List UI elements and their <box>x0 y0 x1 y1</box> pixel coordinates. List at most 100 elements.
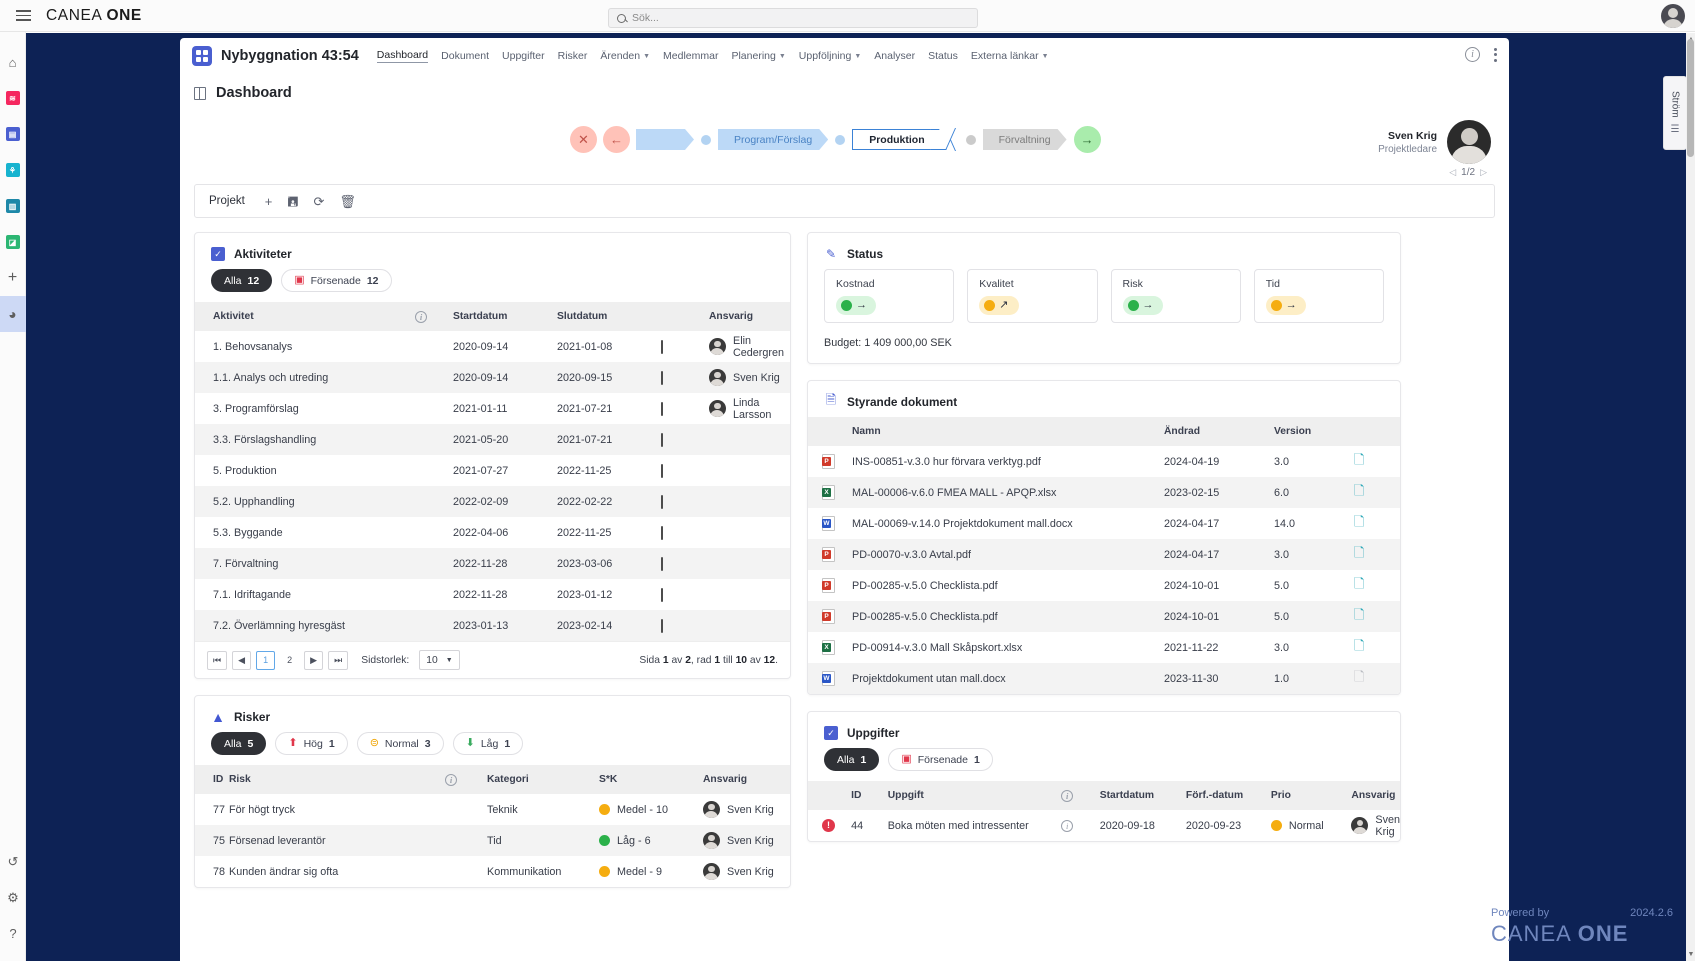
table-row[interactable]: 1.1. Analys och utreding 2020-09-14 2020-0… <box>195 362 790 393</box>
open-document-checked-icon[interactable]: 🗋 <box>1354 483 1364 498</box>
status-risk[interactable]: Risk → <box>1110 269 1241 323</box>
page-1-button[interactable]: 1 <box>256 650 276 670</box>
table-row[interactable]: 75 Försenad leverantör Tid Låg - 6 Sven Krig <box>195 825 790 856</box>
open-document-icon[interactable]: 🗋 <box>1354 514 1364 529</box>
nav-uppgifter[interactable]: Uppgifter <box>502 50 545 62</box>
info-icon[interactable]: i <box>1061 789 1074 802</box>
page-2-button[interactable]: 2 <box>280 650 300 670</box>
page-prev-button[interactable]: ◀ <box>232 650 252 670</box>
table-row[interactable]: ! 44 Boka möten med intressenter i 2020-… <box>808 810 1400 841</box>
filter-uppgift-alla[interactable]: Alla 1 <box>824 748 880 771</box>
col-slutdatum[interactable]: Slutdatum <box>557 302 661 331</box>
nav-uppfoljning[interactable]: Uppföljning ▼ <box>799 50 861 62</box>
col-risk-id[interactable]: ID <box>195 765 229 794</box>
open-document-icon[interactable]: 🗋 <box>1354 545 1364 560</box>
rail-item-processes[interactable]: ⚘ <box>0 152 26 188</box>
filter-risk-alla[interactable]: Alla 5 <box>211 732 267 755</box>
cancel-stage-button[interactable]: ✕ <box>570 126 597 153</box>
stage-program-forslag[interactable]: Program/Förslag <box>718 129 828 150</box>
rail-item-history[interactable]: ↺ <box>0 843 26 879</box>
search-input[interactable] <box>632 12 969 24</box>
scrollbar-thumb[interactable] <box>1687 39 1694 157</box>
nav-dashboard[interactable]: Dashboard <box>376 49 429 63</box>
table-row[interactable]: 3.3. Förslagshandling 2021-05-20 2021-07-2… <box>195 424 790 455</box>
global-search[interactable] <box>608 8 978 28</box>
table-row[interactable]: P PD-00285-v.5.0 Checklista.pdf 2024-10-01… <box>808 601 1400 632</box>
filter-risk-lag[interactable]: ⬇ Låg 1 <box>452 732 524 755</box>
nav-arenden[interactable]: Ärenden ▼ <box>600 50 650 62</box>
filter-risk-normal[interactable]: ⊜ Normal 3 <box>356 732 444 755</box>
nav-analyser[interactable]: Analyser <box>874 50 915 62</box>
filter-risk-hog[interactable]: ⬆ Hög 1 <box>275 732 348 755</box>
nav-externa-lankar[interactable]: Externa länkar ▼ <box>971 50 1049 62</box>
nav-medlemmar[interactable]: Medlemmar <box>663 50 718 62</box>
previous-stage-button[interactable]: ← <box>603 126 630 153</box>
table-row[interactable]: 7.1. Idriftagande 2022-11-28 2023-01-12 <box>195 579 790 610</box>
status-kvalitet[interactable]: Kvalitet ↗ <box>967 269 1098 323</box>
table-row[interactable]: 7. Förvaltning 2022-11-28 2023-03-06 <box>195 548 790 579</box>
table-row[interactable]: X MAL-00006-v.6.0 FMEA MALL - APQP.xlsx 20… <box>808 477 1400 508</box>
col-risk-ansvarig[interactable]: Ansvarig <box>703 765 790 794</box>
rail-item-settings[interactable]: ⚙ <box>0 879 26 915</box>
table-row[interactable]: 5. Produktion 2021-07-27 2022-11-25 <box>195 455 790 486</box>
col-doc-version[interactable]: Version <box>1274 417 1354 446</box>
open-document-icon[interactable]: 🗋 <box>1354 452 1364 467</box>
col-doc-namn[interactable]: Namn <box>852 417 1164 446</box>
table-row[interactable]: 5.3. Byggande 2022-04-06 2022-11-25 <box>195 517 790 548</box>
col-uppgift-prio[interactable]: Prio <box>1270 781 1352 810</box>
col-aktivitet[interactable]: Aktivitet <box>195 302 415 331</box>
table-row[interactable]: 77 För högt tryck Teknik Medel - 10 Sven Kri… <box>195 794 790 825</box>
info-icon[interactable]: i <box>1465 47 1480 62</box>
user-avatar[interactable] <box>1661 4 1685 28</box>
next-stage-button[interactable]: → <box>1073 126 1101 153</box>
vertical-scrollbar[interactable]: ▲ ▼ <box>1686 33 1695 961</box>
table-row[interactable]: 3. Programförslag 2021-01-11 2021-07-21 Lin… <box>195 393 790 424</box>
nav-status[interactable]: Status <box>928 50 958 62</box>
open-document-icon[interactable]: 🗋 <box>1354 638 1364 653</box>
col-risk-sk[interactable]: S*K <box>599 765 703 794</box>
col-risk-namn[interactable]: Risk <box>229 765 445 794</box>
stage-produktion[interactable]: Produktion <box>852 129 945 150</box>
table-row[interactable]: 7.2. Överlämning hyresgäst 2023-01-13 2023… <box>195 610 790 641</box>
hamburger-icon[interactable] <box>0 10 46 21</box>
page-next-button[interactable]: ▶ <box>304 650 324 670</box>
col-startdatum[interactable]: Startdatum <box>453 302 557 331</box>
nav-dokument[interactable]: Dokument <box>441 50 489 62</box>
col-uppgift-forf[interactable]: Förf.-datum <box>1185 781 1271 810</box>
filter-uppgift-forsenade[interactable]: ▣ Försenade 1 <box>888 748 993 771</box>
page-size-select[interactable]: 10 ▼ <box>419 650 460 670</box>
refresh-button[interactable]: ⟳ <box>313 195 324 208</box>
open-document-icon[interactable]: 🗋 <box>1354 669 1364 684</box>
table-row[interactable]: P INS-00851-v.3.0 hur förvara verktyg.pdf… <box>808 446 1400 477</box>
status-tid[interactable]: Tid → <box>1253 269 1384 323</box>
col-uppgift-start[interactable]: Startdatum <box>1099 781 1186 810</box>
page-last-button[interactable]: ⏭ <box>328 650 349 670</box>
table-row[interactable]: W MAL-00069-v.14.0 Projektdokument mall.d… <box>808 508 1400 539</box>
page-first-button[interactable]: ⏮ <box>207 650 228 670</box>
rail-item-recent[interactable]: ◕ <box>0 296 26 332</box>
table-row[interactable]: 78 Kunden ändrar sig ofta Kommunikation Med… <box>195 856 790 887</box>
rail-item-analytics[interactable]: ◪ <box>0 224 26 260</box>
more-options-icon[interactable] <box>1494 47 1497 62</box>
open-document-icon[interactable]: 🗋 <box>1354 607 1364 622</box>
rail-item-help[interactable]: ? <box>0 915 26 951</box>
table-row[interactable]: W Projektdokument utan mall.docx 2023-11-3… <box>808 663 1400 694</box>
nav-risker[interactable]: Risker <box>558 50 588 62</box>
col-risk-kategori[interactable]: Kategori <box>487 765 599 794</box>
nav-planering[interactable]: Planering ▼ <box>731 50 785 62</box>
save-button[interactable]: 🖪 <box>287 195 298 208</box>
stage-chevron-start[interactable] <box>636 129 694 150</box>
filter-forsenade[interactable]: ▣ Försenade 12 <box>281 269 392 292</box>
rail-item-feed[interactable]: ≋ <box>0 80 26 116</box>
scroll-down-icon[interactable]: ▼ <box>1688 951 1695 958</box>
filter-alla[interactable]: Alla 12 <box>211 269 273 292</box>
delete-button[interactable]: 🗑 <box>339 195 356 208</box>
col-uppgift-id[interactable]: ID <box>851 781 888 810</box>
table-row[interactable]: X PD-00914-v.3.0 Mall Skåpskort.xlsx 2021-… <box>808 632 1400 663</box>
col-ansvarig[interactable]: Ansvarig <box>709 302 790 331</box>
stage-forvaltning[interactable]: Förvaltning <box>983 129 1067 150</box>
table-row[interactable]: P PD-00070-v.3.0 Avtal.pdf 2024-04-17 3.0 🗋 <box>808 539 1400 570</box>
rail-item-documents[interactable]: ▤ <box>0 116 26 152</box>
col-uppgift-ansvarig[interactable]: Ansvarig <box>1351 781 1400 810</box>
rail-item-projects[interactable]: ▥ <box>0 188 26 224</box>
